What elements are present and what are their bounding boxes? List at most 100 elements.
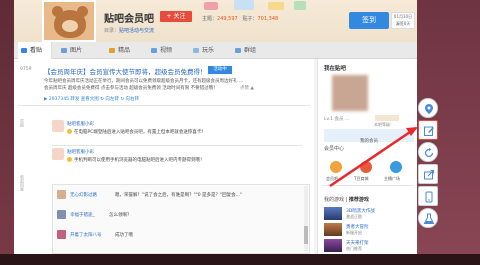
avatar[interactable] bbox=[57, 230, 66, 239]
game-icon bbox=[193, 48, 199, 53]
edit-icon bbox=[424, 126, 434, 136]
sidebar: 我在贴吧 Lv.1 会员 ... 本吧等级： 我的会员 会员中心 会员吧 T豆商… bbox=[317, 59, 417, 254]
list-item: 开着了太阳八号 成功了哦 bbox=[57, 229, 305, 241]
comment-text: 怎么领啊？ bbox=[109, 213, 132, 218]
thread-title[interactable]: 【会员周年庆】会员宣传大使节即将，超级会员免费得！ bbox=[44, 66, 207, 76]
forum-rank-label: 本吧等级： bbox=[374, 122, 394, 127]
scrollbar-thumb[interactable] bbox=[304, 226, 308, 244]
refresh-icon bbox=[424, 147, 434, 158]
avatar[interactable] bbox=[52, 120, 64, 132]
user-level: Lv.1 会员 ... bbox=[324, 117, 350, 122]
member-forum-icon[interactable] bbox=[330, 161, 342, 173]
status-badge bbox=[375, 115, 399, 121]
tab-groups[interactable]: 群组 bbox=[232, 42, 266, 59]
report-link[interactable]: 举报 bbox=[19, 119, 25, 127]
like-count[interactable]: 点赞 ▲ bbox=[240, 85, 254, 91]
forum-page: 贴吧会员吧 + 关注 主题：249,597 贴子：701,348 目录：贴吧活动… bbox=[14, 0, 417, 254]
my-games-label[interactable]: 我的游戏 bbox=[324, 197, 344, 203]
avatar[interactable] bbox=[57, 210, 66, 219]
list-item: 幸福于错途_ 怎么领啊？ bbox=[57, 209, 305, 221]
tab-label: 图片 bbox=[70, 47, 83, 54]
reply-text: 在电脑PC端登陆后进入贴吧会员吧，有置上但本吧就会送惊喜卡！ bbox=[67, 129, 206, 135]
share-button[interactable] bbox=[418, 164, 438, 184]
tdou-shop-icon[interactable] bbox=[360, 161, 372, 173]
signin-button[interactable]: 签到 bbox=[349, 12, 389, 29]
list-item[interactable]: 天天来打架 热门推荐 bbox=[324, 239, 412, 253]
tab-label: 视频 bbox=[160, 47, 173, 54]
reply-author[interactable]: 贴吧客服小彩 bbox=[67, 121, 94, 127]
comment-author[interactable]: 无心幻影过路 bbox=[70, 192, 97, 198]
my-membership-link[interactable]: 我的会员 bbox=[360, 138, 378, 144]
forum-avatar[interactable] bbox=[42, 0, 96, 42]
forum-name: 贴吧会员吧 bbox=[104, 14, 154, 25]
reply-count: 9759 bbox=[20, 67, 32, 72]
refresh-button[interactable] bbox=[418, 142, 438, 162]
signin-date: 01月10日 漏签0天 bbox=[391, 12, 415, 29]
list-item[interactable]: 3D暗黑大作战 激战正酣 bbox=[324, 207, 412, 221]
signin-date-day: 01月10日 bbox=[393, 14, 413, 19]
sidebar-title: 我在贴吧 bbox=[324, 66, 347, 72]
anchor-square-icon[interactable] bbox=[390, 161, 402, 173]
thread-preview: 今年贴吧会员周年庆活动正在举行，期间会员可以免费领取超级会员月卡，还有超级会员周… bbox=[44, 78, 314, 92]
comment-panel: 无心幻影过路 嗯，荣誉解！"说了会之后，有谁是啊？""0 是多是？"回复会...… bbox=[52, 184, 310, 254]
games-section-title: 我的游戏 | 推荐游戏 bbox=[324, 197, 369, 203]
flask-icon bbox=[423, 213, 435, 224]
lab-button[interactable] bbox=[418, 208, 438, 228]
share-icon bbox=[424, 170, 434, 180]
list-item[interactable]: 勇者大冒险 新服开启 bbox=[324, 223, 412, 237]
bear-face bbox=[62, 20, 78, 32]
video-icon bbox=[151, 48, 157, 53]
game-thumbnail bbox=[324, 239, 342, 252]
thread-list: 9759 【会员周年庆】会员宣传大使节即将，超级会员免费得！ 活动中 今年贴吧会… bbox=[14, 59, 314, 254]
game-subtitle: 新服开启 bbox=[346, 230, 362, 235]
avatar[interactable] bbox=[332, 75, 368, 111]
tab-images[interactable]: 图片 bbox=[58, 42, 92, 59]
stats-posts-label: 贴子： bbox=[242, 16, 258, 22]
thread-body-line: 今年贴吧会员周年庆活动正在举行，期间会员可以免费领取超级会员月卡，还有超级会员周… bbox=[44, 79, 244, 84]
star-icon bbox=[109, 48, 115, 53]
group-icon bbox=[235, 48, 241, 53]
reply-text: 手机判断可以使用手机浏览器的电脑贴吧后进入吧内专题得到哦！ bbox=[67, 157, 205, 163]
comment-text: 嗯，荣誉解！"说了会之后，有谁是啊？""0 是多是？"回复会..." bbox=[115, 193, 242, 198]
location-button[interactable] bbox=[418, 98, 438, 118]
forum-category: 目录：贴吧活动与交流 bbox=[104, 27, 154, 34]
forum-stats: 主题：249,597 贴子：701,348 bbox=[202, 15, 278, 22]
game-subtitle: 热门推荐 bbox=[346, 246, 362, 251]
category-link[interactable]: 贴吧活动与交流 bbox=[119, 28, 154, 34]
post-button[interactable] bbox=[418, 120, 438, 140]
list-item: 贴吧客服小彩 手机判断可以使用手机浏览器的电脑贴吧后进入吧内专题得到哦！ bbox=[52, 148, 302, 172]
list-item: 无心幻影过路 嗯，荣誉解！"说了会之后，有谁是啊？""0 是多是？"回复会...… bbox=[57, 189, 305, 201]
comment-scrollbar[interactable] bbox=[304, 186, 308, 252]
category-label: 目录： bbox=[104, 28, 120, 34]
taskbar-strip bbox=[0, 254, 480, 265]
game-thumbnail bbox=[324, 223, 342, 236]
app-icon bbox=[425, 191, 433, 203]
tab-fun[interactable]: 玩乐 bbox=[190, 42, 224, 59]
thread-actions[interactable]: ▶ 2937345 转发 查看大图 ↻ 向左转 ↻ 向右转 bbox=[44, 96, 139, 102]
member-center-link[interactable]: 会员中心 bbox=[324, 145, 344, 152]
tab-posts[interactable]: 看贴 bbox=[18, 42, 52, 59]
comment-author[interactable]: 开着了太阳八号 bbox=[70, 232, 102, 238]
image-icon bbox=[61, 48, 67, 53]
divider bbox=[322, 185, 414, 186]
divider bbox=[18, 105, 310, 106]
tab-featured[interactable]: 精品 bbox=[106, 42, 140, 59]
stats-posts: 701,348 bbox=[257, 16, 279, 22]
posts-icon bbox=[21, 48, 27, 53]
collapse-replies-link[interactable]: 收起回复 bbox=[19, 175, 25, 191]
tab-video[interactable]: 视频 bbox=[148, 42, 182, 59]
avatar[interactable] bbox=[52, 148, 64, 160]
emoji-icon bbox=[67, 129, 72, 134]
game-thumbnail bbox=[324, 207, 342, 220]
app-button[interactable] bbox=[418, 186, 438, 206]
reply-author[interactable]: 贴吧客服小彩 bbox=[67, 149, 94, 155]
window-left-edge bbox=[0, 0, 14, 265]
comment-author[interactable]: 幸福于错途_ bbox=[70, 212, 95, 218]
header-decoration bbox=[204, 0, 306, 10]
signin-date-missed: 漏签0天 bbox=[395, 21, 411, 26]
list-item: 贴吧客服小彩 在电脑PC端登陆后进入贴吧会员吧，有置上但本吧就会送惊喜卡！ bbox=[52, 120, 302, 144]
recommended-games-label[interactable]: 推荐游戏 bbox=[349, 197, 369, 203]
game-subtitle: 激战正酣 bbox=[346, 214, 362, 219]
avatar[interactable] bbox=[57, 190, 66, 199]
follow-button[interactable]: + 关注 bbox=[160, 11, 192, 22]
